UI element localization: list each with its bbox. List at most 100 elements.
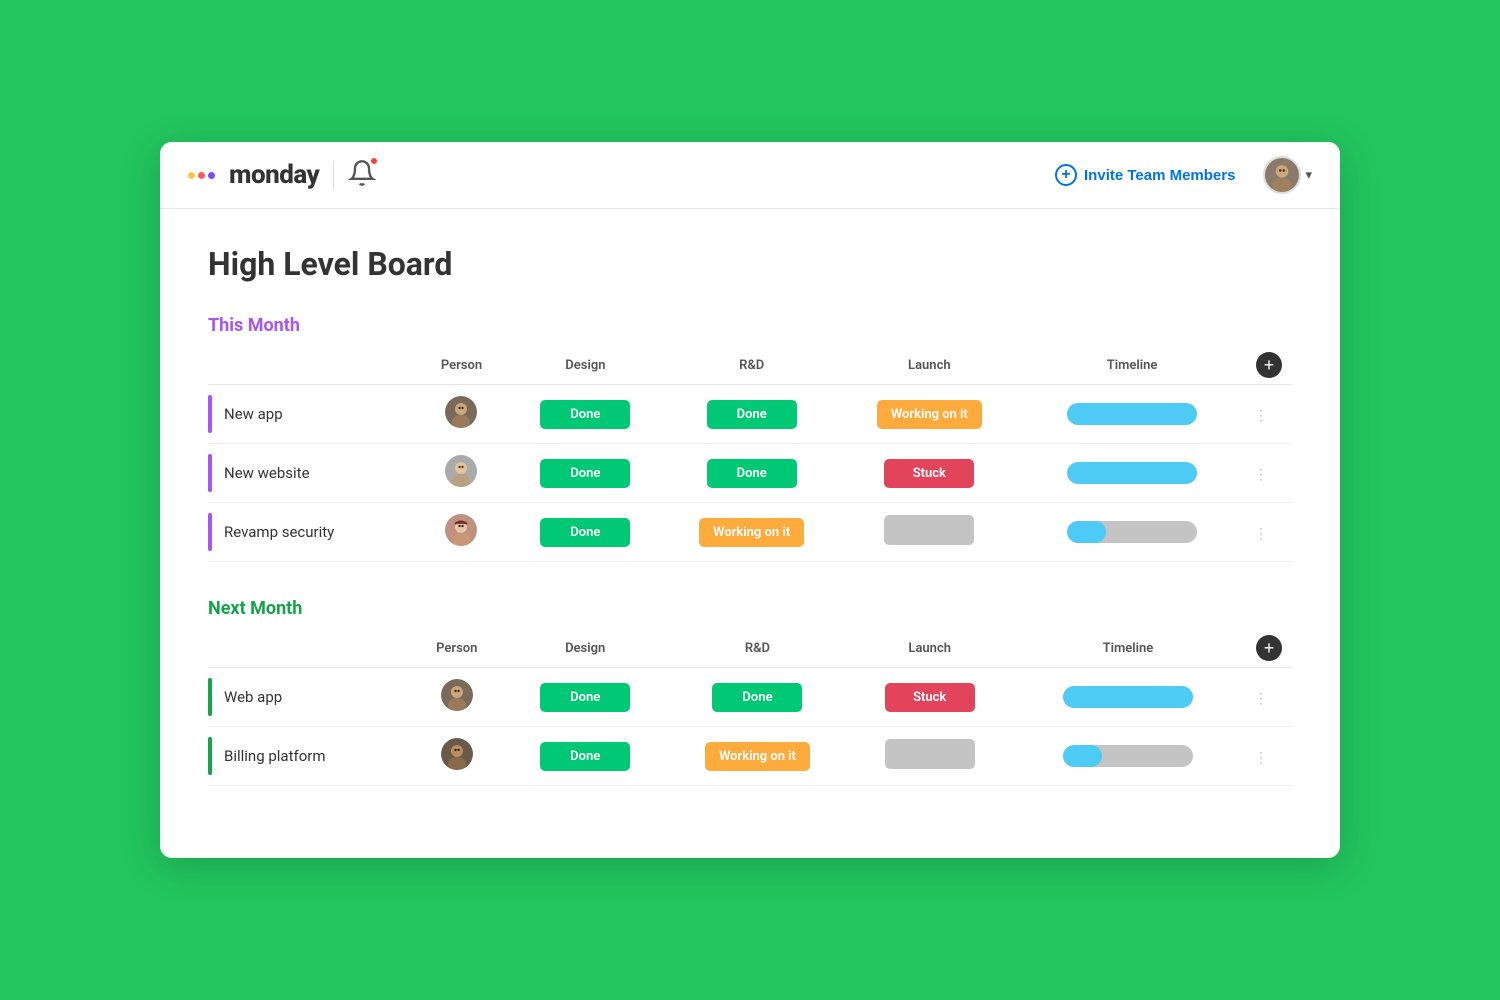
status-badge: Working on it — [699, 518, 804, 547]
user-profile-area[interactable]: ▾ — [1263, 156, 1312, 194]
col-header-name-2 — [208, 629, 409, 668]
more-icon: ⋮ — [1254, 691, 1268, 707]
row-more-cell: ⋮ — [1246, 385, 1292, 444]
logo-text: monday — [229, 160, 319, 190]
row-design-cell[interactable]: Done — [505, 727, 665, 786]
status-badge — [884, 515, 974, 545]
table-row: Web app — [208, 668, 1292, 727]
notification-bell[interactable] — [348, 159, 376, 191]
avatar-image — [445, 396, 477, 428]
status-badge: Done — [707, 459, 797, 488]
col-header-add-2: + — [1246, 629, 1292, 668]
notification-badge — [369, 156, 379, 166]
row-person-cell[interactable] — [415, 503, 508, 562]
row-rnd-cell[interactable]: Done — [665, 668, 849, 727]
col-header-design-1: Design — [508, 346, 663, 385]
avatar-image — [441, 679, 473, 711]
timeline-fill — [1067, 403, 1197, 425]
avatar-image — [1265, 156, 1299, 194]
col-header-rnd-2: R&D — [665, 629, 849, 668]
row-name: Web app — [224, 688, 282, 706]
section-next-month-header: Next Month — [208, 598, 1292, 619]
logo-area: monday — [188, 160, 319, 190]
row-name-cell: New app — [208, 385, 415, 444]
status-badge: Done — [712, 683, 802, 712]
row-timeline-cell[interactable] — [1018, 503, 1246, 562]
table-row: Billing platform — [208, 727, 1292, 786]
logo-divider — [333, 161, 334, 189]
row-launch-cell[interactable]: Stuck — [849, 668, 1009, 727]
this-month-table: Person Design R&D Launch Timeline + — [208, 346, 1292, 562]
status-badge: Stuck — [884, 459, 974, 488]
status-badge: Done — [540, 742, 630, 771]
row-rnd-cell[interactable]: Done — [663, 444, 841, 503]
add-column-button-1[interactable]: + — [1256, 352, 1282, 378]
app-window: monday + Invite Team Members — [160, 142, 1340, 858]
row-name: New website — [224, 464, 310, 482]
col-header-timeline-1: Timeline — [1018, 346, 1246, 385]
timeline-bar — [1067, 521, 1197, 543]
row-person-cell[interactable] — [415, 444, 508, 503]
avatar-image — [441, 738, 473, 770]
more-icon: ⋮ — [1254, 467, 1268, 483]
header: monday + Invite Team Members — [160, 142, 1340, 209]
section-next-month-title: Next Month — [208, 598, 302, 619]
row-design-cell[interactable]: Done — [508, 444, 663, 503]
row-indicator — [208, 678, 212, 716]
row-timeline-cell[interactable] — [1010, 668, 1246, 727]
row-person-cell[interactable] — [409, 727, 505, 786]
section-this-month-header: This Month — [208, 315, 1292, 336]
row-indicator — [208, 737, 212, 775]
person-avatar — [445, 514, 477, 546]
timeline-fill — [1063, 686, 1193, 708]
row-launch-cell[interactable] — [841, 503, 1019, 562]
status-badge: Stuck — [885, 683, 975, 712]
col-header-person-1: Person — [415, 346, 508, 385]
add-column-button-2[interactable]: + — [1256, 635, 1282, 661]
col-header-timeline-2: Timeline — [1010, 629, 1246, 668]
invite-team-button[interactable]: + Invite Team Members — [1045, 158, 1245, 192]
more-icon: ⋮ — [1254, 408, 1268, 424]
row-more-cell: ⋮ — [1246, 727, 1292, 786]
timeline-fill — [1063, 745, 1102, 767]
status-badge: Done — [540, 400, 630, 429]
avatar-image — [445, 455, 477, 487]
row-person-cell[interactable] — [415, 385, 508, 444]
row-design-cell[interactable]: Done — [508, 385, 663, 444]
row-timeline-cell[interactable] — [1018, 444, 1246, 503]
row-timeline-cell[interactable] — [1018, 385, 1246, 444]
person-avatar — [445, 396, 477, 428]
row-person-cell[interactable] — [409, 668, 505, 727]
row-indicator — [208, 395, 212, 433]
row-name-cell: New website — [208, 444, 415, 503]
col-header-rnd-1: R&D — [663, 346, 841, 385]
row-launch-cell[interactable]: Working on it — [841, 385, 1019, 444]
logo-dot-purple — [208, 172, 215, 179]
person-avatar — [441, 679, 473, 711]
section-this-month-title: This Month — [208, 315, 300, 336]
row-rnd-cell[interactable]: Working on it — [665, 727, 849, 786]
user-chevron-icon: ▾ — [1305, 168, 1312, 183]
main-content: High Level Board This Month Person Desig… — [160, 209, 1340, 858]
row-design-cell[interactable]: Done — [508, 503, 663, 562]
row-more-cell: ⋮ — [1246, 503, 1292, 562]
row-name: Revamp security — [224, 523, 334, 541]
table-row: New website — [208, 444, 1292, 503]
row-rnd-cell[interactable]: Working on it — [663, 503, 841, 562]
row-design-cell[interactable]: Done — [505, 668, 665, 727]
invite-label: Invite Team Members — [1084, 167, 1235, 184]
row-launch-cell[interactable] — [849, 727, 1009, 786]
table-row: New app — [208, 385, 1292, 444]
more-icon: ⋮ — [1254, 750, 1268, 766]
row-name-cell: Web app — [208, 668, 409, 727]
more-icon: ⋮ — [1254, 526, 1268, 542]
row-rnd-cell[interactable]: Done — [663, 385, 841, 444]
section-next-month: Next Month Person Design R&D Launch Time… — [208, 598, 1292, 786]
row-launch-cell[interactable]: Stuck — [841, 444, 1019, 503]
table-row: Revamp security — [208, 503, 1292, 562]
status-badge: Working on it — [877, 400, 982, 429]
avatar-image — [445, 514, 477, 546]
row-timeline-cell[interactable] — [1010, 727, 1246, 786]
person-avatar — [445, 455, 477, 487]
status-badge — [885, 739, 975, 769]
